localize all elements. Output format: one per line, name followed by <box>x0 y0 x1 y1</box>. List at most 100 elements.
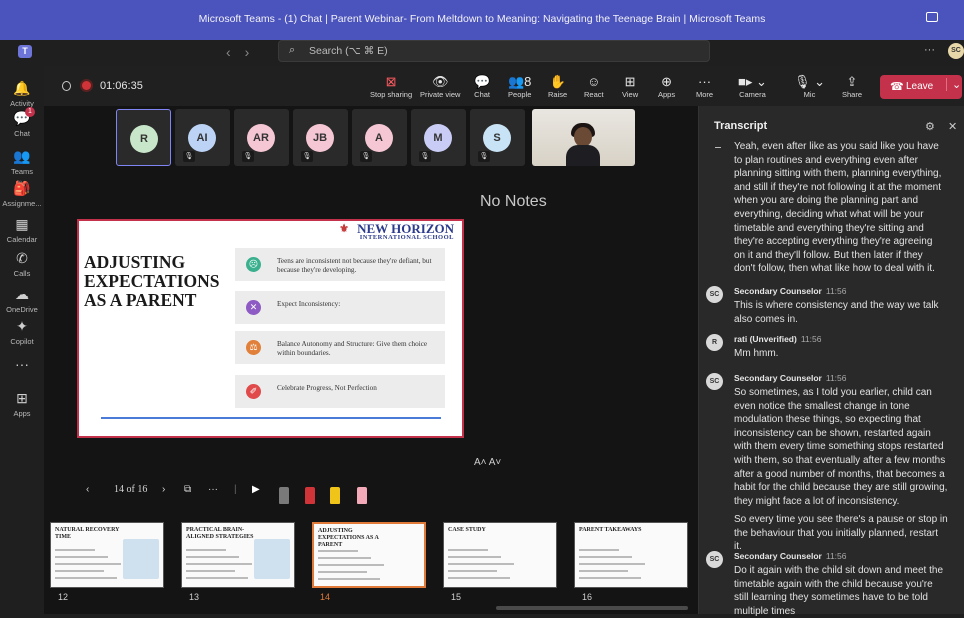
participant-avatar: R <box>130 125 158 153</box>
bell-icon: 🔔 <box>13 80 31 96</box>
rail-item-apps[interactable]: ⊞ Apps <box>0 390 44 418</box>
speaker-name: Secondary Counselor 11:56 <box>734 551 847 561</box>
slide-title: ADJUSTING EXPECTATIONS AS A PARENT <box>84 252 220 310</box>
apps-button[interactable]: ⊕ Apps <box>658 74 675 99</box>
slide-point-text: Balance Autonomy and Structure: Give the… <box>277 340 428 357</box>
user-avatar[interactable]: SC <box>948 43 964 59</box>
copilot-icon: ✦ <box>16 318 28 334</box>
participant-tile[interactable]: JB 🎙 <box>293 109 348 166</box>
rail-item-assignme[interactable]: 🎒 Assignme... <box>0 180 44 208</box>
slide-thumbnail[interactable]: NATURAL RECOVERY TIME <box>50 522 164 588</box>
highlighter-icon[interactable] <box>330 487 340 504</box>
participant-video[interactable] <box>532 109 635 166</box>
pink-pen-icon[interactable] <box>357 487 367 504</box>
thumbnail-number: 15 <box>451 592 462 602</box>
presentation-slide: ⚜ NEW HORIZON INTERNATIONAL SCHOOL ADJUS… <box>77 219 464 438</box>
slide-thumbnail[interactable]: PARENT TAKEAWAYS <box>574 522 688 588</box>
speaker-avatar: SC <box>706 286 723 303</box>
rail-item-teams[interactable]: 👥 Teams <box>0 148 44 176</box>
plus-icon: ⊕ <box>661 74 672 89</box>
control-label: More <box>696 90 714 99</box>
more-options-button[interactable]: ··· <box>924 44 935 56</box>
transcript-text: This is where consistency and the way we… <box>734 300 939 325</box>
red-pen-icon[interactable] <box>305 487 315 504</box>
rail-item-calls[interactable]: ✆ Calls <box>0 250 44 278</box>
timestamp: 11:56 <box>825 373 847 383</box>
slide-thumbnail[interactable]: CASE STUDY <box>443 522 557 588</box>
speaker-name: Secondary Counselor 11:56 <box>734 373 847 383</box>
muted-mic-icon: 🎙 <box>183 151 195 162</box>
rail-label: Chat <box>14 129 30 138</box>
camera-indicator-icon <box>926 12 938 22</box>
rail-item-calendar[interactable]: ▦ Calendar <box>0 216 44 244</box>
close-icon[interactable]: ✕ <box>948 121 957 133</box>
more-button[interactable]: ··· More <box>696 74 713 99</box>
view-button[interactable]: ⊞ View <box>622 74 638 99</box>
leave-label: Leave <box>906 81 934 92</box>
control-label: Apps <box>658 90 676 99</box>
chevron-down-icon[interactable]: ⌄ <box>946 78 961 91</box>
rail-item-onedrive[interactable]: ☁ OneDrive <box>0 286 44 314</box>
leave-button[interactable]: ☎ Leave ⌄ <box>880 75 962 99</box>
pointer-icon[interactable]: ▶ <box>252 484 260 495</box>
search-input[interactable]: ⌕ Search (⌥ ⌘ E) <box>278 40 710 62</box>
grid-view-icon[interactable]: ⧉ <box>184 484 191 495</box>
stop-sharing-button[interactable]: ⊠ Stop sharing <box>370 74 412 99</box>
share-button[interactable]: ⇪ Share <box>842 74 862 99</box>
chat-button[interactable]: 💬 Chat <box>474 74 490 99</box>
prev-slide-button[interactable]: ‹ <box>86 484 89 495</box>
teams-icon: 👥 <box>13 148 31 164</box>
next-slide-button[interactable]: › <box>162 484 165 495</box>
thumbnail-number: 13 <box>189 592 200 602</box>
participant-tile[interactable]: AR 🎙 <box>234 109 289 166</box>
slide-thumbnail[interactable]: ADJUSTING EXPECTATIONS AS A PARENT <box>312 522 426 588</box>
speaker-avatar: SC <box>706 373 723 390</box>
control-label: Share <box>842 90 863 99</box>
more-slide-options[interactable]: ··· <box>208 484 218 495</box>
assignment-icon: 🎒 <box>13 180 31 196</box>
language-icon[interactable]: ⚙ <box>925 121 935 133</box>
control-label: Raise <box>548 90 568 99</box>
raise-button[interactable]: ✋ Raise <box>548 74 567 99</box>
slide-point-icon: ☹ <box>246 257 261 272</box>
window-titlebar: Microsoft Teams - (1) Chat | Parent Webi… <box>0 0 964 40</box>
people-icon: 👥8 <box>508 74 532 89</box>
slide-point-icon: ✐ <box>246 384 261 399</box>
camera-button[interactable]: ■▸ ⌄ Camera <box>738 74 767 99</box>
chat-icon: 💬 <box>474 74 491 89</box>
control-label: React <box>584 90 604 99</box>
thumbnail-title: PARENT TAKEAWAYS <box>579 527 642 533</box>
timestamp: 11:56 <box>825 551 847 561</box>
rail-item-activity[interactable]: 🔔 Activity <box>0 80 44 108</box>
window-title: Microsoft Teams - (1) Chat | Parent Webi… <box>198 13 766 25</box>
participant-tile[interactable]: S 🎙 <box>470 109 525 166</box>
mic-button[interactable]: 🎙 ⌄ Mic <box>794 74 825 99</box>
eraser-pen-icon[interactable] <box>279 487 289 504</box>
slide-thumbnail[interactable]: PRACTICAL BRAIN-ALIGNED STRATEGIES <box>181 522 295 588</box>
participant-tile[interactable]: R <box>116 109 171 166</box>
history-nav[interactable]: ‹› <box>226 44 263 60</box>
slide-point-icon: ⚖ <box>246 340 261 355</box>
rail-item-more[interactable]: ··· <box>0 356 44 374</box>
transcript-text: So every time you see there's a pause or… <box>734 514 948 553</box>
muted-mic-icon: 🎙 <box>360 151 372 162</box>
thumbnail-scrollbar[interactable] <box>496 606 688 610</box>
participant-tile[interactable]: A 🎙 <box>352 109 407 166</box>
no-notes-label: No Notes <box>480 193 547 210</box>
smile-icon: ☺ <box>587 74 601 89</box>
rail-item-copilot[interactable]: ✦ Copilot <box>0 318 44 346</box>
control-label: View <box>622 90 639 99</box>
muted-mic-icon: 🎙 <box>419 151 431 162</box>
participant-tile[interactable]: AI 🎙 <box>175 109 230 166</box>
speaker-name: rati (Unverified) 11:56 <box>734 334 822 344</box>
font-size-controls[interactable]: A˄ A˅ <box>474 457 501 468</box>
rail-item-chat[interactable]: 💬 1 Chat <box>0 107 44 138</box>
participant-tile[interactable]: M 🎙 <box>411 109 466 166</box>
thumbnail-title: CASE STUDY <box>448 527 486 533</box>
react-button[interactable]: ☺ React <box>584 74 604 99</box>
thumbnail-image <box>123 539 159 579</box>
people-button[interactable]: 👥8 People <box>508 74 531 99</box>
participant-avatar: AI <box>188 124 216 152</box>
more-icon: ··· <box>15 356 29 372</box>
private-view-button[interactable]: 👁 Private view <box>420 74 460 99</box>
